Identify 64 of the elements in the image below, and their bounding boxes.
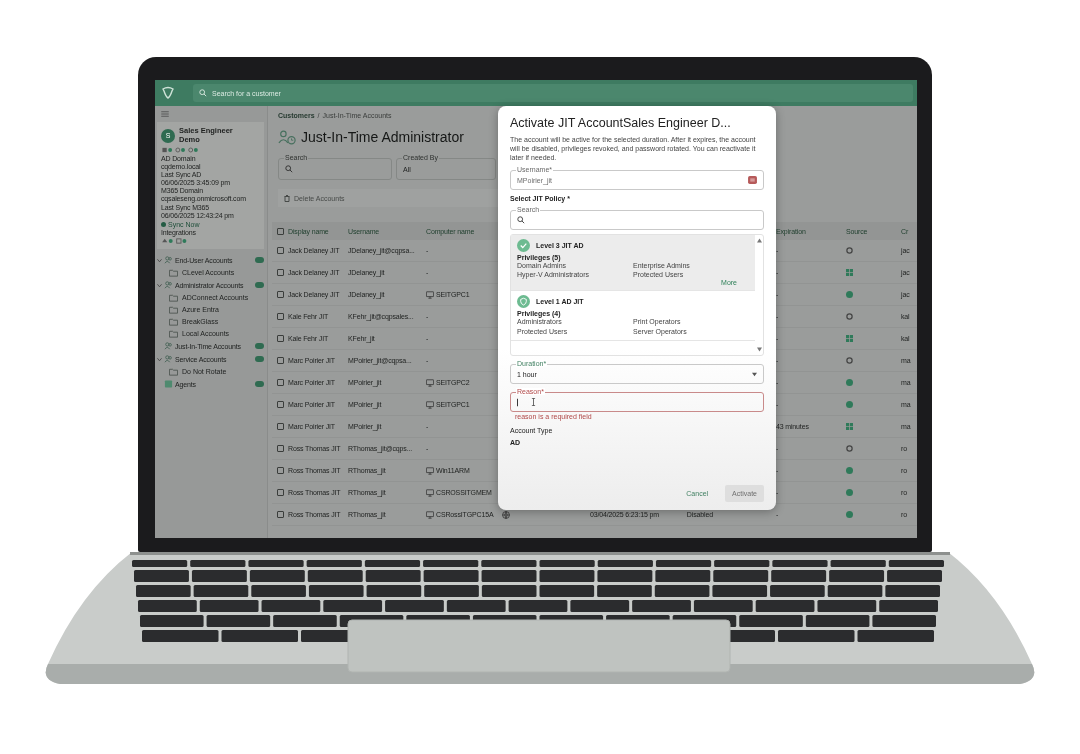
agent-icon xyxy=(846,291,853,298)
logo-icon xyxy=(161,86,175,100)
select-all-checkbox[interactable] xyxy=(276,227,284,235)
shield-icon xyxy=(517,295,530,309)
row-checkbox[interactable] xyxy=(276,247,284,254)
monitor-icon xyxy=(426,510,434,519)
ring-icon xyxy=(846,247,853,254)
trash-icon xyxy=(284,194,290,202)
row-checkbox[interactable] xyxy=(276,357,284,364)
ring-icon xyxy=(846,445,853,452)
sync-icon xyxy=(161,221,166,227)
expand-caret-icon xyxy=(157,257,162,263)
row-checkbox[interactable] xyxy=(276,401,284,408)
agent-icon xyxy=(164,380,173,389)
id-card-icon xyxy=(748,176,757,185)
row-checkbox[interactable] xyxy=(276,313,284,320)
monitor-icon xyxy=(426,290,434,299)
row-checkbox[interactable] xyxy=(276,269,284,276)
search-icon xyxy=(517,216,525,225)
count-badge xyxy=(255,257,264,264)
agent-icon xyxy=(846,489,853,496)
row-checkbox[interactable] xyxy=(276,291,284,298)
ring-icon xyxy=(846,357,853,364)
monitor-icon xyxy=(426,466,434,475)
agent-icon xyxy=(846,401,853,408)
row-checkbox[interactable] xyxy=(276,467,284,474)
agent-icon xyxy=(846,511,853,518)
text-cursor-icon xyxy=(530,398,536,407)
ring-icon xyxy=(846,313,853,320)
monitor-icon xyxy=(426,378,434,387)
row-checkbox[interactable] xyxy=(276,423,284,430)
monitor-icon xyxy=(426,488,434,497)
globe-icon xyxy=(502,510,510,519)
monitor-icon xyxy=(426,400,434,409)
users-icon xyxy=(164,256,173,265)
windows-icon xyxy=(846,423,853,430)
scroll-up-icon[interactable] xyxy=(756,238,762,244)
agent-icon xyxy=(846,379,853,386)
row-checkbox[interactable] xyxy=(276,335,284,342)
search-icon xyxy=(285,165,293,173)
check-icon xyxy=(517,239,530,253)
row-checkbox[interactable] xyxy=(276,445,284,452)
users-icon xyxy=(164,281,173,290)
row-checkbox[interactable] xyxy=(276,511,284,518)
row-checkbox[interactable] xyxy=(276,489,284,496)
integration-status-drawing xyxy=(161,237,189,244)
dropdown-caret-icon xyxy=(752,371,757,377)
count-badge xyxy=(255,282,264,289)
count-badge xyxy=(255,381,264,388)
windows-icon xyxy=(846,335,853,342)
expand-caret-icon xyxy=(157,356,162,362)
page-title: Just-In-Time Administrator xyxy=(301,129,464,145)
folder-icon xyxy=(169,268,178,277)
users-clock-icon xyxy=(278,129,296,145)
users-icon xyxy=(164,342,173,351)
scroll-down-icon[interactable] xyxy=(756,347,762,353)
text-caret-icon xyxy=(517,397,519,407)
windows-icon xyxy=(846,269,853,276)
users-icon xyxy=(164,355,173,364)
folder-icon xyxy=(169,367,178,376)
agent-icon xyxy=(846,467,853,474)
dialog-title: Activate JIT AccountSales Engineer D... xyxy=(510,116,732,130)
expand-caret-icon xyxy=(157,282,162,288)
row-checkbox[interactable] xyxy=(276,379,284,386)
